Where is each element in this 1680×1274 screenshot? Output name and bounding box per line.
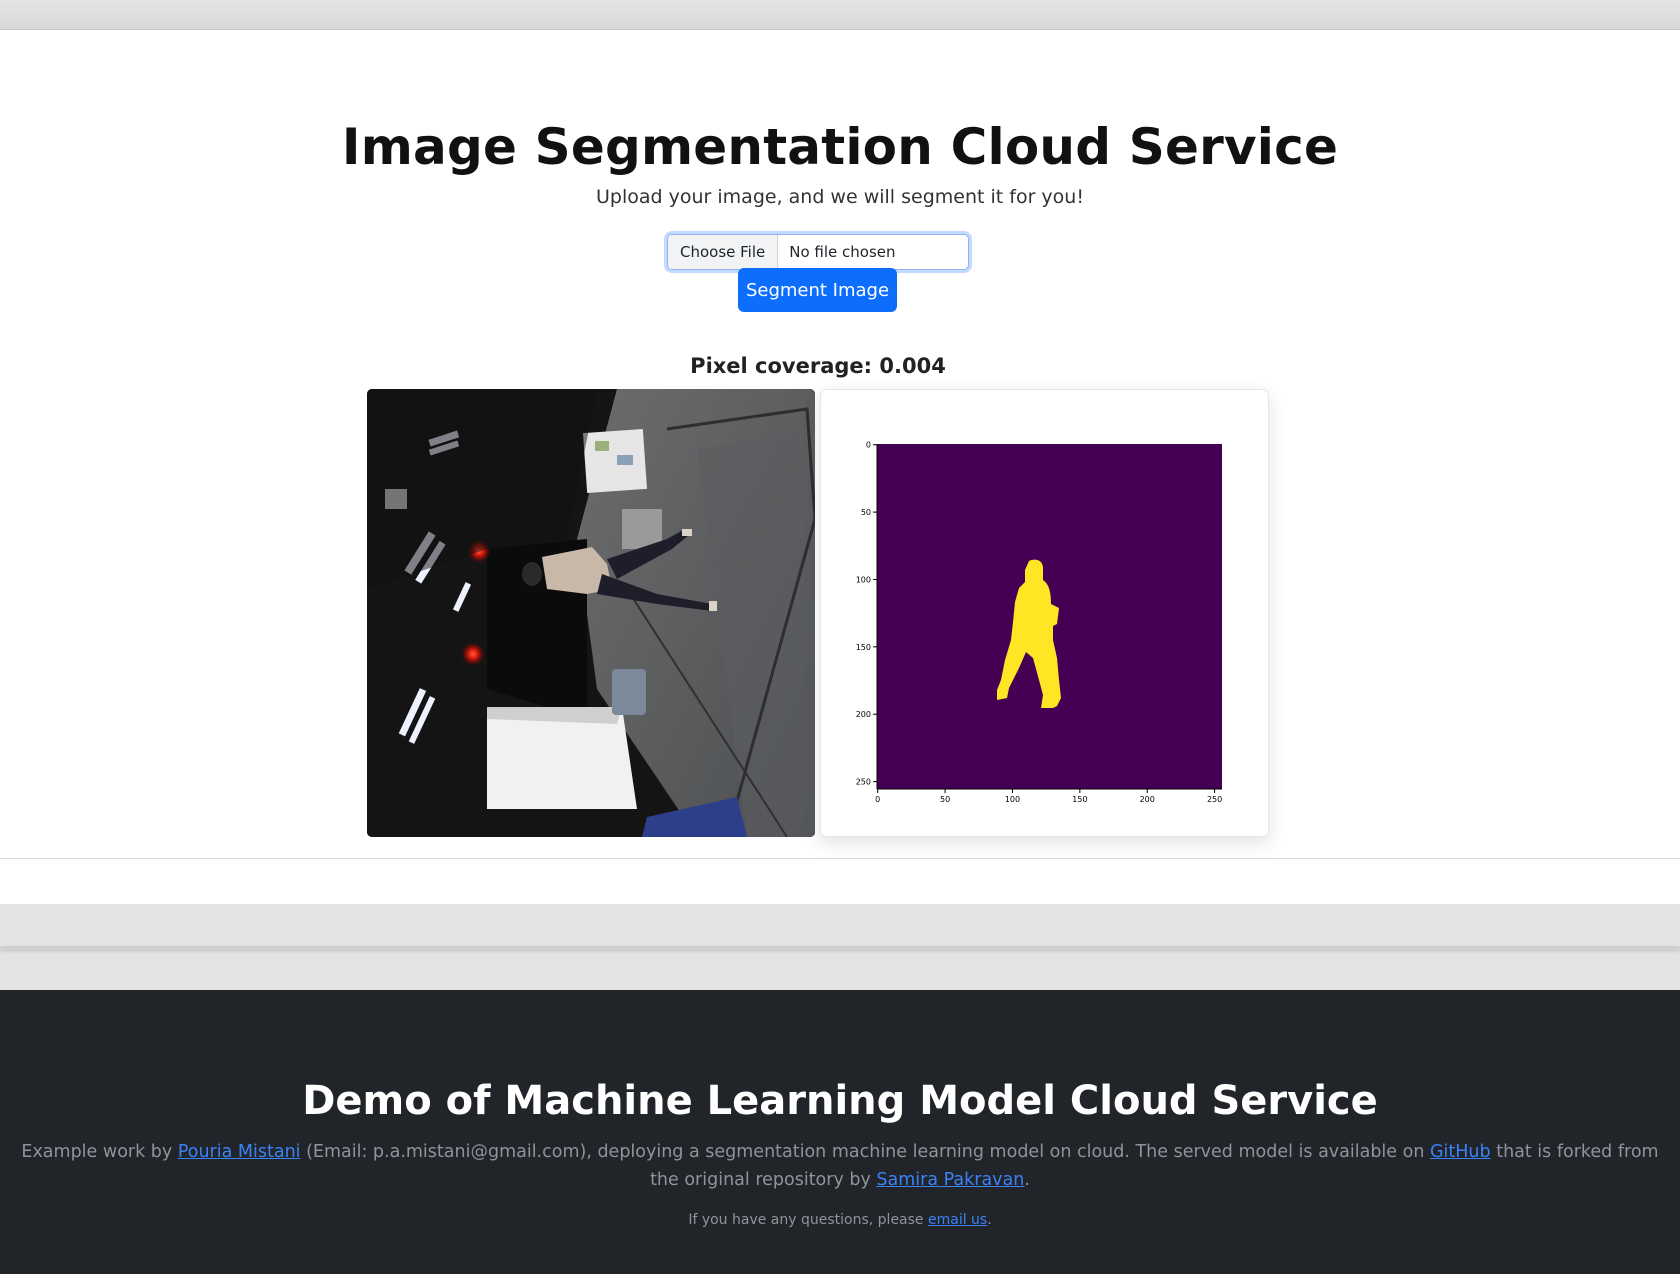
mask-y-ticks: 0 50 100 150 200 250	[856, 441, 877, 787]
choose-file-button[interactable]: Choose File	[668, 235, 779, 269]
lower-divider	[0, 946, 1680, 949]
github-link[interactable]: GitHub	[1430, 1142, 1491, 1162]
y-tick-label: 250	[856, 778, 871, 787]
y-tick-label: 150	[856, 643, 871, 652]
footer: Demo of Machine Learning Model Cloud Ser…	[0, 990, 1680, 1274]
footer-contact-note: If you have any questions, please email …	[0, 1212, 1680, 1228]
segment-image-button[interactable]: Segment Image	[738, 268, 897, 312]
footer-desc-text: Example work by	[21, 1142, 178, 1162]
footer-description: Example work by Pouria Mistani (Email: p…	[0, 1138, 1680, 1194]
page-title: Image Segmentation Cloud Service	[341, 118, 1339, 176]
footer-note-text: .	[987, 1212, 992, 1228]
x-tick-label: 100	[1005, 795, 1020, 804]
x-tick-label: 50	[940, 795, 950, 804]
y-tick-label: 50	[861, 508, 871, 517]
segmentation-mask-plot: 0 50 100 150 200 250 0 50 100 150 200 250	[856, 441, 1223, 804]
browser-top-strip	[0, 0, 1680, 30]
x-tick-label: 250	[1207, 795, 1222, 804]
x-tick-label: 200	[1140, 795, 1155, 804]
x-tick-label: 150	[1072, 795, 1087, 804]
uploaded-photo-image	[367, 389, 815, 837]
footer-note-text: If you have any questions, please	[688, 1212, 928, 1228]
segmentation-mask-card: 0 50 100 150 200 250 0 50 100 150 200 250	[820, 389, 1269, 837]
main-section: Image Segmentation Cloud Service Upload …	[0, 30, 1680, 904]
page-subtitle: Upload your image, and we will segment i…	[596, 186, 1084, 208]
footer-desc-text: (Email: p.a.mistani@gmail.com), deployin…	[300, 1142, 1430, 1162]
y-tick-label: 100	[856, 575, 871, 584]
footer-desc-text: .	[1024, 1170, 1030, 1190]
y-tick-label: 0	[866, 441, 871, 450]
pixel-coverage-label: Pixel coverage: 0.004	[690, 354, 946, 378]
footer-title: Demo of Machine Learning Model Cloud Ser…	[302, 1078, 1378, 1124]
mask-x-ticks: 0 50 100 150 200 250	[875, 789, 1222, 804]
main-divider	[0, 858, 1680, 859]
email-us-link[interactable]: email us	[928, 1212, 987, 1228]
x-tick-label: 0	[875, 795, 880, 804]
file-status-text: No file chosen	[789, 243, 896, 261]
author-link[interactable]: Pouria Mistani	[178, 1142, 301, 1162]
original-author-link[interactable]: Samira Pakravan	[876, 1170, 1024, 1190]
file-input[interactable]: Choose File No file chosen	[667, 234, 969, 270]
y-tick-label: 200	[856, 710, 871, 719]
uploaded-photo	[367, 389, 815, 837]
